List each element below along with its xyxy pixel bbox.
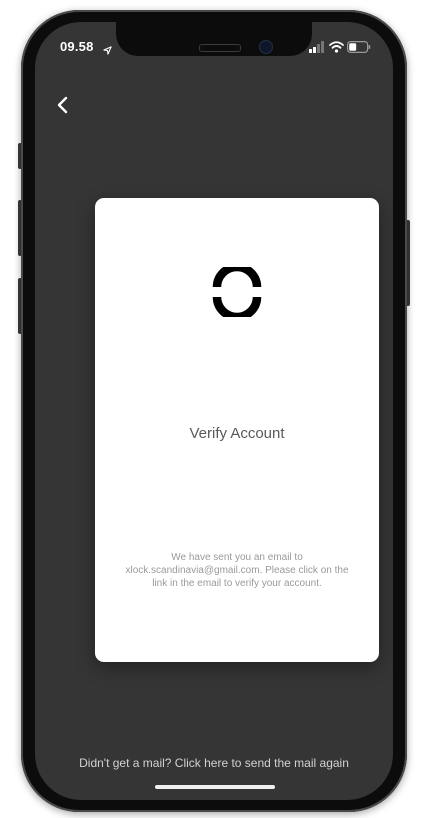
- back-button[interactable]: [51, 93, 75, 117]
- chevron-left-icon: [57, 96, 68, 114]
- wifi-icon: [329, 40, 344, 58]
- front-camera: [259, 40, 273, 54]
- status-icons: [309, 40, 371, 54]
- brand-logo-icon: [212, 262, 262, 322]
- verification-message: We have sent you an email to xlock.scand…: [125, 552, 349, 589]
- phone-frame: 09.58 Verify Account We have sent you an…: [21, 10, 407, 812]
- app-screen: 09.58 Verify Account We have sent you an…: [35, 22, 393, 800]
- earpiece-speaker: [199, 44, 241, 52]
- home-indicator[interactable]: [155, 785, 275, 789]
- location-arrow-icon: [103, 42, 112, 60]
- cellular-signal-icon: [309, 40, 325, 58]
- status-bar-time: 09.58: [60, 39, 94, 54]
- verify-account-card: Verify Account We have sent you an email…: [95, 198, 379, 662]
- card-title: Verify Account: [189, 425, 285, 442]
- battery-icon: [347, 40, 371, 58]
- resend-email-link[interactable]: Didn't get a mail? Click here to send th…: [35, 756, 393, 770]
